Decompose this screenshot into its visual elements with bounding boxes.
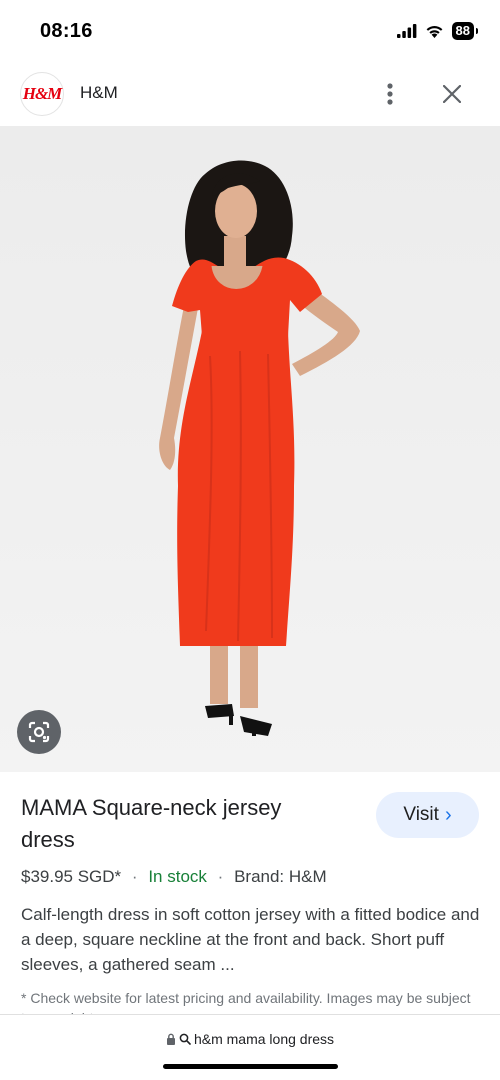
- logo-text: H&M: [22, 84, 63, 103]
- status-bar: 08:16 88: [0, 0, 500, 62]
- signal-icon: [396, 24, 416, 38]
- result-header: H&M H&M: [0, 62, 500, 126]
- url-display: h&m mama long dress: [0, 1031, 500, 1047]
- battery-icon: 88: [451, 22, 479, 40]
- home-indicator[interactable]: [163, 1064, 338, 1069]
- lock-icon: [166, 1033, 175, 1045]
- separator-dot: ·: [131, 867, 138, 886]
- site-name[interactable]: H&M: [80, 83, 118, 103]
- site-logo: H&M: [20, 72, 64, 116]
- status-icons: 88: [396, 22, 479, 40]
- separator-dot: ·: [217, 867, 224, 886]
- wifi-icon: [426, 26, 442, 38]
- product-image[interactable]: [0, 126, 500, 772]
- product-description: Calf-length dress in soft cotton jersey …: [21, 905, 480, 974]
- visit-button[interactable]: Visit ›: [376, 792, 479, 838]
- more-vert-icon: [387, 83, 393, 105]
- product-price: $39.95 SGD*: [21, 867, 122, 886]
- url-bar[interactable]: h&m mama long dress: [0, 1014, 500, 1080]
- close-icon: [443, 85, 461, 103]
- more-options-button[interactable]: [375, 77, 405, 111]
- google-lens-icon: [28, 721, 50, 743]
- chevron-right-icon: ›: [444, 803, 452, 826]
- search-icon: [179, 1033, 191, 1045]
- product-meta: $39.95 SGD* · In stock · Brand: H&M: [21, 867, 327, 887]
- visit-label: Visit: [403, 804, 439, 825]
- product-brand: Brand: H&M: [234, 867, 327, 886]
- stock-status: In stock: [148, 867, 207, 886]
- close-button[interactable]: [436, 77, 468, 111]
- status-time: 08:16: [40, 20, 93, 42]
- model-illustration: [0, 126, 500, 772]
- url-query: h&m mama long dress: [193, 1031, 335, 1047]
- lens-button[interactable]: [17, 710, 61, 754]
- product-title[interactable]: MAMA Square-neck jersey dress: [21, 792, 341, 856]
